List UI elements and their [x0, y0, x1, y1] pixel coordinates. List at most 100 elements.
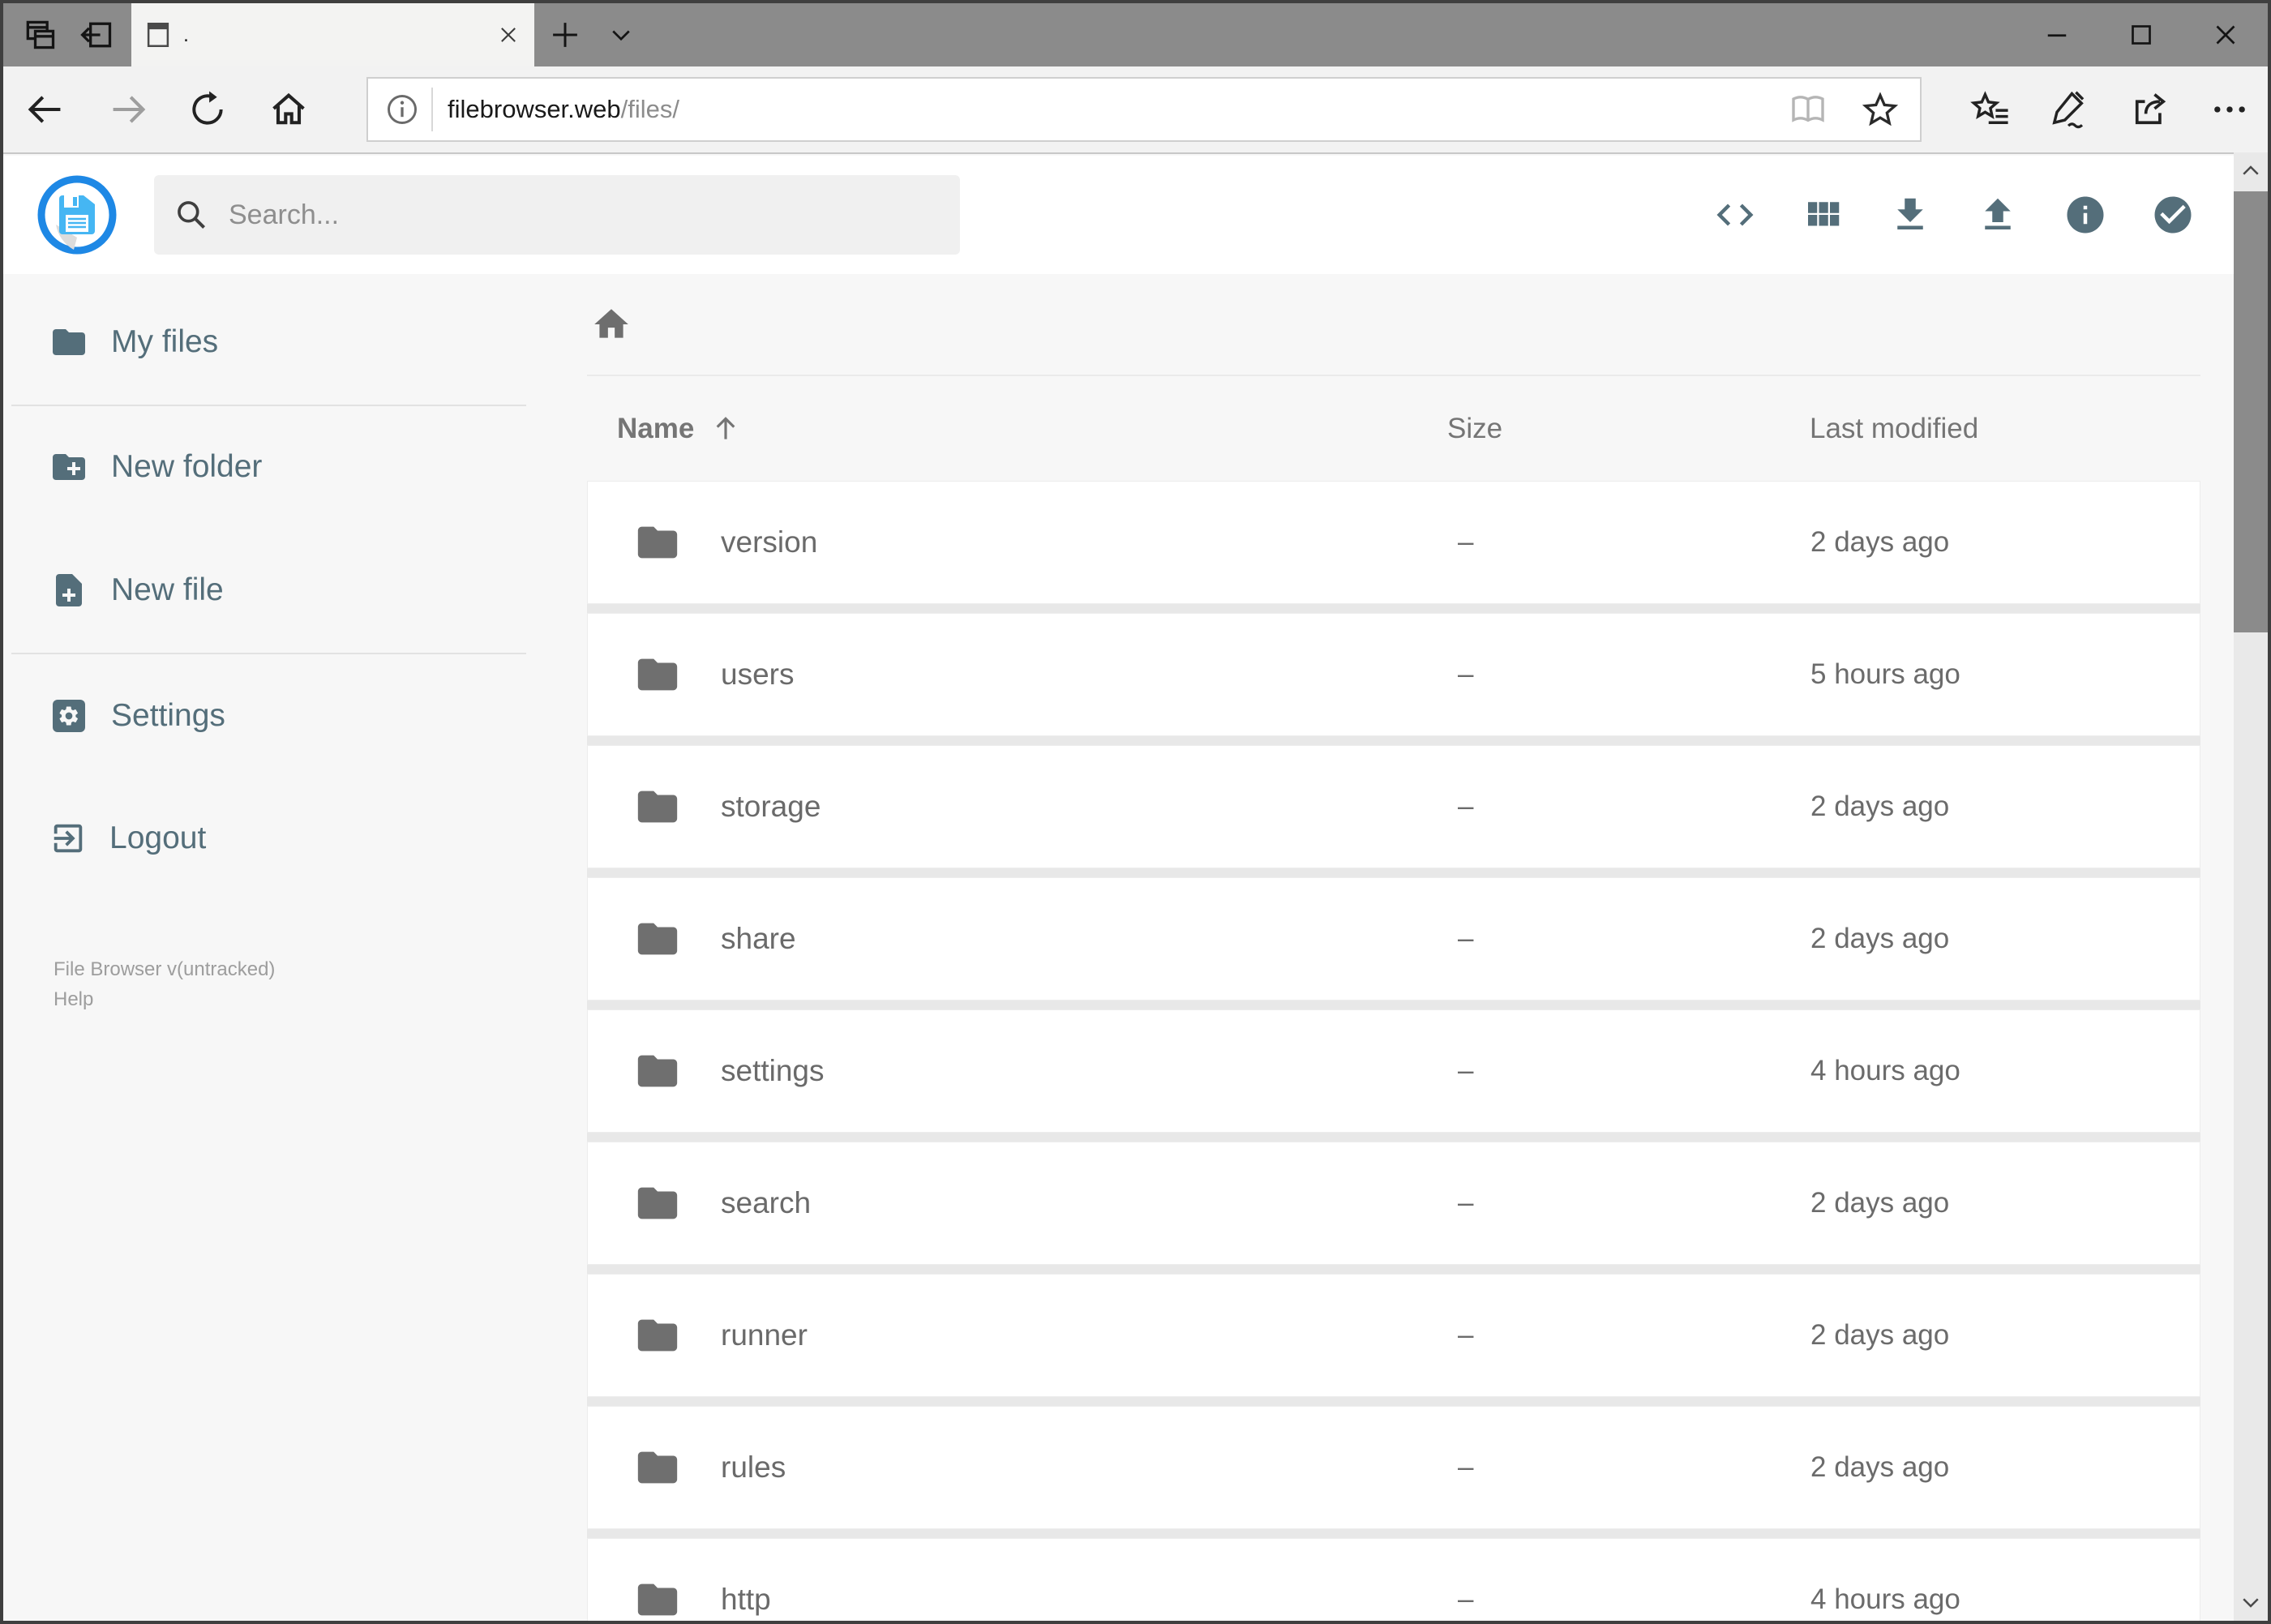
help-link[interactable]: Help	[54, 984, 563, 1014]
listing-header: Name Size Last modified	[587, 376, 2200, 481]
hub-favorites-icon	[1970, 91, 2008, 124]
scrollbar-down-button[interactable]	[2234, 1583, 2268, 1621]
scrollbar-thumb[interactable]	[2234, 191, 2268, 632]
browser-home-button[interactable]	[253, 66, 324, 152]
file-row[interactable]: search – 2 days ago	[587, 1142, 2200, 1265]
folder-icon	[637, 1187, 678, 1219]
search-bar[interactable]	[154, 175, 960, 255]
sidebar-item-label: My files	[111, 324, 219, 359]
file-row[interactable]: share – 2 days ago	[587, 877, 2200, 1001]
url-text[interactable]: filebrowser.web/files/	[448, 95, 679, 124]
refresh-button[interactable]	[172, 66, 243, 152]
home-icon	[594, 309, 628, 338]
url-domain: filebrowser.web	[448, 95, 621, 123]
file-rows: version – 2 days ago users – 5 hours ago	[587, 481, 2200, 1621]
sidebar-divider	[11, 405, 526, 406]
share-button[interactable]	[2121, 66, 2179, 152]
page-scrollbar[interactable]	[2234, 152, 2268, 1621]
header-toolbar	[1713, 191, 2195, 239]
file-name: search	[721, 1186, 812, 1219]
forward-arrow-icon	[113, 96, 146, 123]
search-input[interactable]	[227, 198, 876, 232]
sidebar-item-new-file[interactable]: New file	[3, 550, 563, 631]
titlebar: .	[3, 3, 2268, 66]
upload-button[interactable]	[1976, 191, 2020, 239]
set-tabs-aside-button[interactable]	[68, 3, 125, 66]
settings-gear-icon	[53, 700, 85, 732]
file-name: users	[721, 658, 795, 691]
file-size: –	[1458, 1319, 1474, 1351]
forward-button[interactable]	[92, 66, 164, 152]
shell-button[interactable]	[1713, 191, 1757, 239]
annotate-button[interactable]	[2038, 66, 2097, 152]
file-size: –	[1458, 658, 1474, 690]
tab-preview-button[interactable]	[11, 3, 68, 66]
column-header-modified[interactable]: Last modified	[1810, 413, 1978, 445]
info-button[interactable]	[2063, 191, 2107, 239]
grid-view-icon	[1808, 202, 1840, 226]
file-row[interactable]: users – 5 hours ago	[587, 613, 2200, 736]
window-controls	[2015, 3, 2268, 66]
more-menu-button[interactable]	[2200, 66, 2259, 152]
file-row[interactable]: version – 2 days ago	[587, 481, 2200, 604]
close-window-icon	[2216, 25, 2235, 45]
close-window-button[interactable]	[2183, 3, 2268, 66]
close-tab-button[interactable]	[497, 24, 520, 46]
file-row[interactable]: http – 4 hours ago	[587, 1538, 2200, 1621]
search-icon	[178, 201, 206, 229]
file-size: –	[1458, 923, 1474, 954]
back-button[interactable]	[10, 66, 81, 152]
back-arrow-icon	[28, 96, 61, 123]
minimize-button[interactable]	[2015, 3, 2099, 66]
code-icon	[1716, 204, 1754, 226]
tab-list-button[interactable]	[596, 3, 646, 66]
close-tab-icon	[501, 28, 516, 42]
info-icon	[2067, 196, 2104, 234]
grid-view-button[interactable]	[1801, 191, 1845, 239]
sidebar-item-settings[interactable]: Settings	[3, 675, 563, 756]
more-dots-icon	[2214, 106, 2245, 113]
file-row[interactable]: settings – 4 hours ago	[587, 1009, 2200, 1133]
maximize-button[interactable]	[2099, 3, 2183, 66]
breadcrumb-home-button[interactable]	[589, 302, 634, 347]
chevron-down-icon	[2243, 1598, 2259, 1608]
folder-icon	[637, 1319, 678, 1352]
folder-icon	[53, 329, 85, 355]
sidebar-item-logout[interactable]: Logout	[3, 798, 563, 879]
folder-icon	[637, 923, 678, 955]
column-header-name[interactable]: Name	[617, 413, 741, 445]
download-button[interactable]	[1888, 191, 1932, 239]
column-header-size[interactable]: Size	[1447, 413, 1502, 445]
file-modified: 2 days ago	[1810, 1187, 1950, 1219]
filebrowser-logo[interactable]	[36, 174, 118, 255]
file-name: runner	[721, 1318, 808, 1352]
file-name: storage	[721, 790, 821, 823]
select-button[interactable]	[2151, 191, 2195, 239]
folder-icon	[637, 1451, 678, 1484]
file-row[interactable]: rules – 2 days ago	[587, 1406, 2200, 1529]
new-tab-button[interactable]	[534, 3, 596, 66]
url-bar[interactable]: filebrowser.web/files/	[366, 77, 1922, 142]
scrollbar-up-button[interactable]	[2234, 152, 2268, 190]
logout-icon	[54, 824, 83, 853]
browser-tab[interactable]: .	[131, 3, 534, 66]
favorite-star-icon[interactable]	[1860, 89, 1900, 130]
refresh-icon	[192, 91, 223, 125]
new-folder-icon	[53, 454, 85, 480]
reading-view-icon[interactable]	[1789, 90, 1828, 129]
filebrowser-app: My files New folder New file	[3, 156, 2234, 1621]
folder-icon	[637, 1583, 678, 1616]
hub-button[interactable]	[1962, 66, 2020, 152]
sidebar-item-my-files[interactable]: My files	[3, 302, 563, 383]
new-file-icon	[56, 574, 82, 606]
app-header	[3, 156, 2234, 274]
file-modified: 2 days ago	[1810, 791, 1950, 822]
sidebar-item-new-folder[interactable]: New folder	[3, 426, 563, 508]
file-size: –	[1458, 1451, 1474, 1483]
file-row[interactable]: storage – 2 days ago	[587, 745, 2200, 868]
tab-title: .	[183, 23, 189, 46]
folder-icon	[637, 791, 678, 823]
file-row[interactable]: runner – 2 days ago	[587, 1274, 2200, 1397]
sort-ascending-icon	[716, 416, 735, 439]
page-info-icon[interactable]	[384, 92, 420, 127]
